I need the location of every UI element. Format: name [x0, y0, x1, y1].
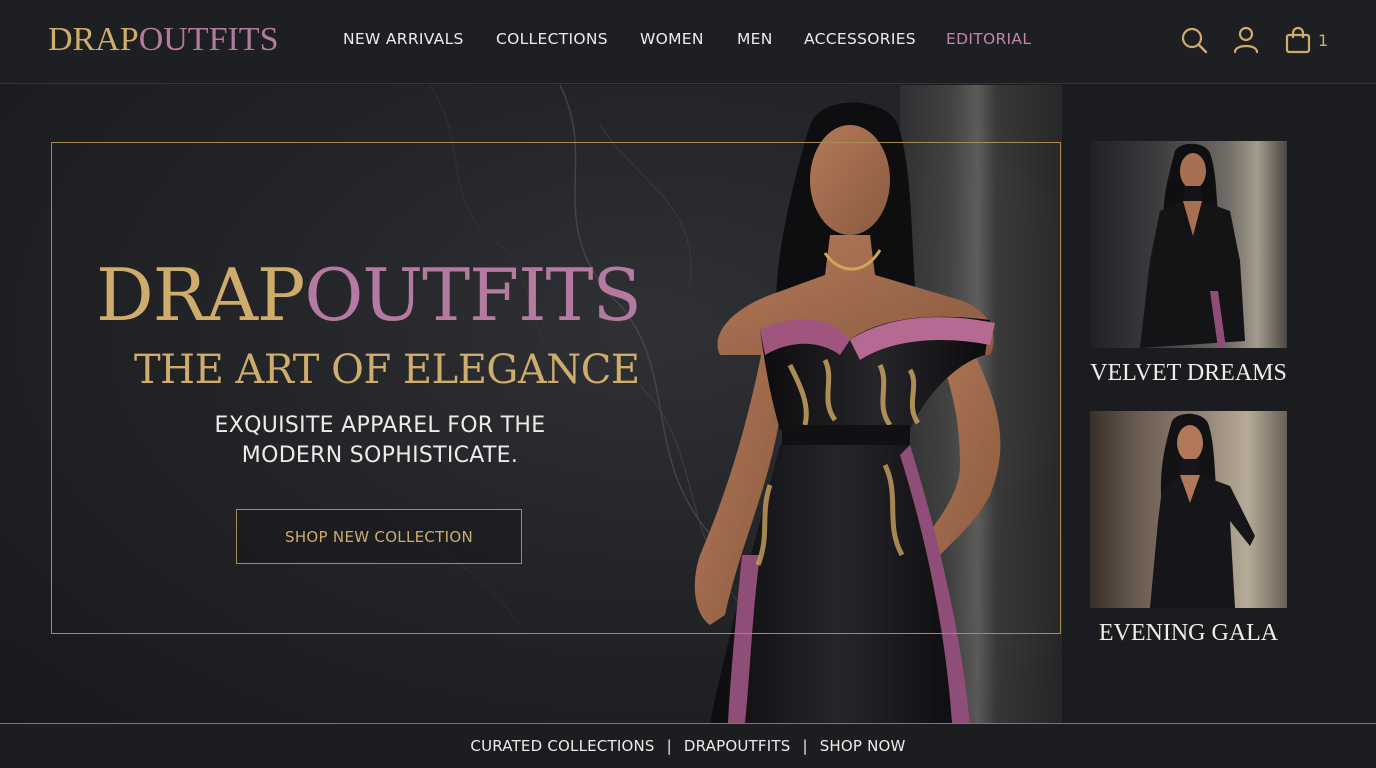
brand-logo[interactable]: DRAPOUTFITS [48, 20, 279, 60]
footer-brand-link[interactable]: DRAPOUTFITS [684, 737, 791, 755]
evening-gala-label[interactable]: EVENING GALA [1090, 620, 1287, 647]
collection-card-velvet-dreams[interactable]: VELVET DREAMS [1090, 141, 1287, 387]
cart-count-badge[interactable]: 1 [1318, 31, 1328, 50]
hero-subtitle: THE ART OF ELEGANCE [134, 347, 640, 393]
shopping-bag-icon[interactable] [1285, 26, 1311, 59]
hero-title-part1: DRAP [96, 253, 305, 337]
hero-title-part2: OUTFITS [304, 253, 641, 337]
brand-logo-part1: DRAP [48, 21, 139, 58]
nav-collections[interactable]: COLLECTIONS [496, 30, 608, 48]
brand-logo-part2: OUTFITS [138, 21, 279, 58]
hero-description-line1: EXQUISITE APPAREL FOR THE [214, 413, 546, 438]
hero-description-line2: MODERN SOPHISTICATE. [241, 443, 519, 468]
footer-shop-now-link[interactable]: SHOP NOW [820, 737, 906, 755]
site-header: DRAPOUTFITS NEW ARRIVALS COLLECTIONS WOM… [0, 0, 1376, 84]
footer-curated-collections-link[interactable]: CURATED COLLECTIONS [470, 737, 654, 755]
nav-editorial[interactable]: EDITORIAL [946, 30, 1031, 48]
collection-card-evening-gala[interactable]: EVENING GALA [1090, 411, 1287, 647]
nav-men[interactable]: MEN [737, 30, 773, 48]
nav-women[interactable]: WOMEN [640, 30, 704, 48]
hero-description: EXQUISITE APPAREL FOR THE MODERN SOPHIST… [180, 411, 580, 471]
footer-bar: CURATED COLLECTIONS | DRAPOUTFITS | SHOP… [0, 723, 1376, 768]
footer-separator: | [666, 737, 672, 755]
hero-banner: DRAPOUTFITS THE ART OF ELEGANCE EXQUISIT… [0, 85, 1376, 723]
evening-gala-image[interactable] [1090, 411, 1287, 608]
shop-new-collection-button[interactable]: SHOP NEW COLLECTION [236, 509, 522, 564]
velvet-dreams-label[interactable]: VELVET DREAMS [1090, 360, 1287, 387]
velvet-dreams-image[interactable] [1090, 141, 1287, 348]
user-icon[interactable] [1233, 26, 1259, 59]
search-icon[interactable] [1180, 26, 1208, 59]
footer-separator: | [802, 737, 808, 755]
nav-new-arrivals[interactable]: NEW ARRIVALS [343, 30, 464, 48]
nav-accessories[interactable]: ACCESSORIES [804, 30, 916, 48]
hero-title: DRAPOUTFITS [96, 253, 642, 337]
